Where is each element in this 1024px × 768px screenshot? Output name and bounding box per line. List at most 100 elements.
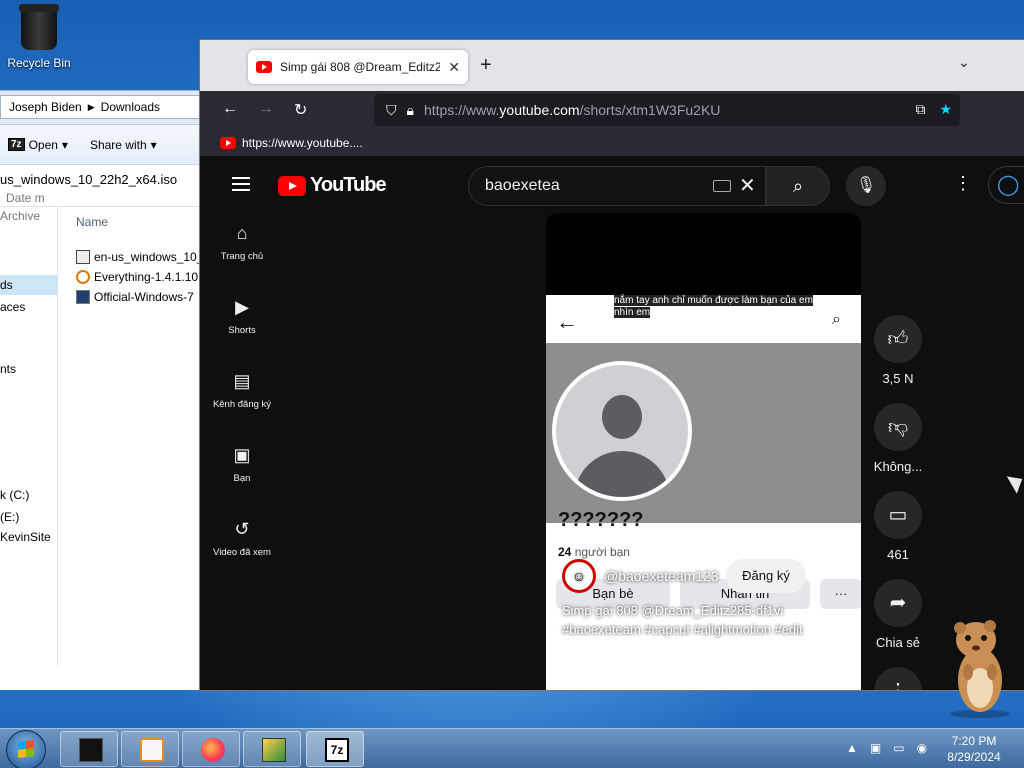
bookmark-item[interactable]: https://www.youtube....	[242, 136, 363, 150]
breadcrumb-arrow-icon: ▶	[87, 101, 95, 112]
shorts-video-player[interactable]: nắm tay anh chỉ muốn được làm bạn của em…	[546, 213, 861, 690]
comments-button[interactable]: ▭ 461	[870, 491, 926, 562]
youtube-favicon-icon	[220, 136, 236, 149]
search-query: baoexetea	[485, 177, 560, 194]
sidebar-item-history[interactable]: ↺ Video đã xem	[200, 519, 284, 558]
file-name: en-us_windows_10_	[94, 250, 200, 264]
forward-arrow-icon[interactable]: →	[258, 100, 274, 118]
lock-icon[interactable]: 🔒︎	[407, 102, 414, 119]
profile-avatar	[552, 361, 692, 501]
breadcrumb-item[interactable]: Downloads	[101, 100, 160, 114]
share-with-button[interactable]: Share with ▾	[90, 138, 157, 152]
taskbar-explorer-button[interactable]	[60, 731, 118, 767]
nav-item-drive-c[interactable]: k (C:)	[0, 485, 58, 505]
subscribe-button[interactable]: Đăng ký	[726, 559, 806, 593]
media-player-icon	[140, 738, 164, 762]
keyboard-icon[interactable]	[713, 180, 731, 192]
details-pane: us_windows_10_22h2_x64.iso Date m Archiv…	[0, 165, 200, 223]
picture-in-picture-icon[interactable]: ⧉	[915, 101, 925, 118]
clear-icon[interactable]: ✕	[739, 173, 756, 198]
system-tray: ▲ ▣ ▭ ◉	[846, 741, 927, 755]
list-all-tabs-chevron-icon[interactable]: ⌄	[958, 54, 970, 71]
firefox-icon	[201, 738, 225, 762]
nav-item-downloads[interactable]: ds	[0, 275, 58, 295]
bookmark-star-icon[interactable]: ★	[939, 101, 952, 118]
network-icon[interactable]: ▣	[870, 741, 881, 755]
dislike-label: Không...	[873, 459, 923, 474]
microphone-icon: 🎙︎	[855, 177, 877, 194]
close-icon[interactable]: ✕	[448, 59, 460, 76]
breadcrumb-item[interactable]: Joseph Biden	[9, 100, 82, 114]
voice-search-button[interactable]: 🎙︎	[846, 166, 886, 206]
taskbar-media-player-button[interactable]	[121, 731, 179, 767]
new-tab-button[interactable]: +	[480, 54, 492, 77]
search-input[interactable]: baoexetea ✕	[468, 166, 766, 206]
share-button[interactable]: ➦ Chia sẻ	[870, 579, 926, 650]
navigation-toolbar: ← → ↻ ⛉ 🔒︎ https://www.youtube.com/short…	[200, 91, 1024, 129]
nav-item-kevinsite[interactable]: KevinSite	[0, 527, 58, 547]
taskbar: 7z ▲ ▣ ▭ ◉ 7:20 PM 8/29/2024	[0, 728, 1024, 768]
sidebar-item-label: Shorts	[228, 325, 256, 336]
open-button[interactable]: 7z Open ▾	[8, 138, 68, 152]
reload-icon[interactable]: ↻	[294, 100, 307, 120]
back-arrow-icon[interactable]: ←	[222, 100, 238, 118]
share-label: Chia sẻ	[875, 635, 921, 650]
sidebar-item-subscriptions[interactable]: ▤ Kênh đăng ký	[200, 371, 284, 410]
desktop-icon-recycle-bin[interactable]: Recycle Bin	[4, 4, 74, 70]
list-item[interactable]: en-us_windows_10_	[76, 247, 200, 267]
date-label: Date m	[6, 191, 45, 205]
file-name: Official-Windows-7	[94, 290, 194, 304]
breadcrumb[interactable]: Joseph Biden ▶ Downloads	[0, 95, 200, 119]
shield-icon[interactable]: ⛉	[386, 102, 397, 119]
like-button[interactable]: 👍︎ 3,5 N	[870, 315, 926, 386]
system-clock[interactable]: 7:20 PM 8/29/2024	[936, 733, 1012, 765]
tab-youtube-short[interactable]: Simp gái 808 @Dream_Editz285 ✕	[248, 50, 468, 84]
more-options-icon[interactable]: ⋮	[954, 173, 972, 194]
channel-info[interactable]: ☺ @baoexeteam123	[562, 559, 719, 593]
more-options-icon: ⋮	[874, 667, 922, 690]
tab-bar: Simp gái 808 @Dream_Editz285 ✕ + ⌄	[200, 40, 1024, 91]
sevenzip-icon: 7z	[8, 138, 25, 151]
channel-handle[interactable]: @baoexeteam123	[604, 568, 719, 584]
url-bar[interactable]: ⛉ 🔒︎ https://www.youtube.com/shorts/xtm1…	[374, 94, 960, 126]
nav-item-drive-e[interactable]: (E:)	[0, 507, 58, 527]
recycle-bin-icon	[19, 4, 59, 50]
video-description[interactable]: Simp gái 808 @Dream_Editz285-df1vi #baoe…	[562, 601, 803, 639]
sign-in-button[interactable]: ◯	[988, 166, 1024, 204]
sidebar-item-you[interactable]: ▣ Bạn	[200, 445, 284, 484]
clock-time: 7:20 PM	[951, 734, 997, 748]
search-icon: ⌕	[832, 311, 841, 328]
explorer-address-area: Joseph Biden ▶ Downloads	[0, 91, 200, 125]
iso-file-icon	[76, 250, 90, 264]
search-button[interactable]: ⌕	[766, 166, 830, 206]
friend-count: 24 người bạn	[558, 545, 630, 559]
youtube-logo[interactable]: YouTube	[278, 174, 387, 197]
share-arrow-icon: ➦	[874, 579, 922, 627]
description-hashtags: #baoexeteam #capcut #alightmotion #edit	[562, 622, 803, 637]
nav-item-documents[interactable]: nts	[0, 359, 58, 379]
taskbar-firefox-button[interactable]	[182, 731, 240, 767]
dislike-button[interactable]: 👎︎ Không...	[870, 403, 926, 474]
recycle-bin-label: Recycle Bin	[7, 56, 71, 70]
volume-icon[interactable]: ◉	[917, 741, 927, 755]
display-icon[interactable]: ▭	[893, 741, 904, 755]
nav-item-places[interactable]: aces	[0, 297, 58, 317]
sidebar-item-home[interactable]: ⌂ Trang chủ	[200, 223, 284, 262]
taskbar-7zip-button[interactable]: 7z	[306, 731, 364, 767]
navigation-pane: ds aces nts k (C:) (E:) KevinSite	[0, 207, 58, 667]
sidebar-item-shorts[interactable]: ▶ Shorts	[200, 297, 284, 336]
list-item[interactable]: Everything-1.4.1.10	[76, 267, 200, 287]
start-button[interactable]	[6, 730, 46, 768]
taskbar-app-button[interactable]	[243, 731, 301, 767]
search-icon: ⌕	[792, 176, 804, 196]
more-actions-button[interactable]: ⋮	[870, 667, 926, 690]
sidebar-item-label: Trang chủ	[220, 251, 264, 262]
list-item[interactable]: Official-Windows-7	[76, 287, 200, 307]
file-name: Everything-1.4.1.10	[94, 270, 199, 284]
channel-avatar[interactable]: ☺	[562, 559, 596, 593]
youtube-favicon-icon	[256, 61, 272, 73]
column-header-name[interactable]: Name	[76, 215, 108, 229]
menu-icon[interactable]	[232, 177, 250, 191]
more-button: ···	[820, 579, 861, 609]
show-hidden-icons-icon[interactable]: ▲	[846, 741, 858, 755]
